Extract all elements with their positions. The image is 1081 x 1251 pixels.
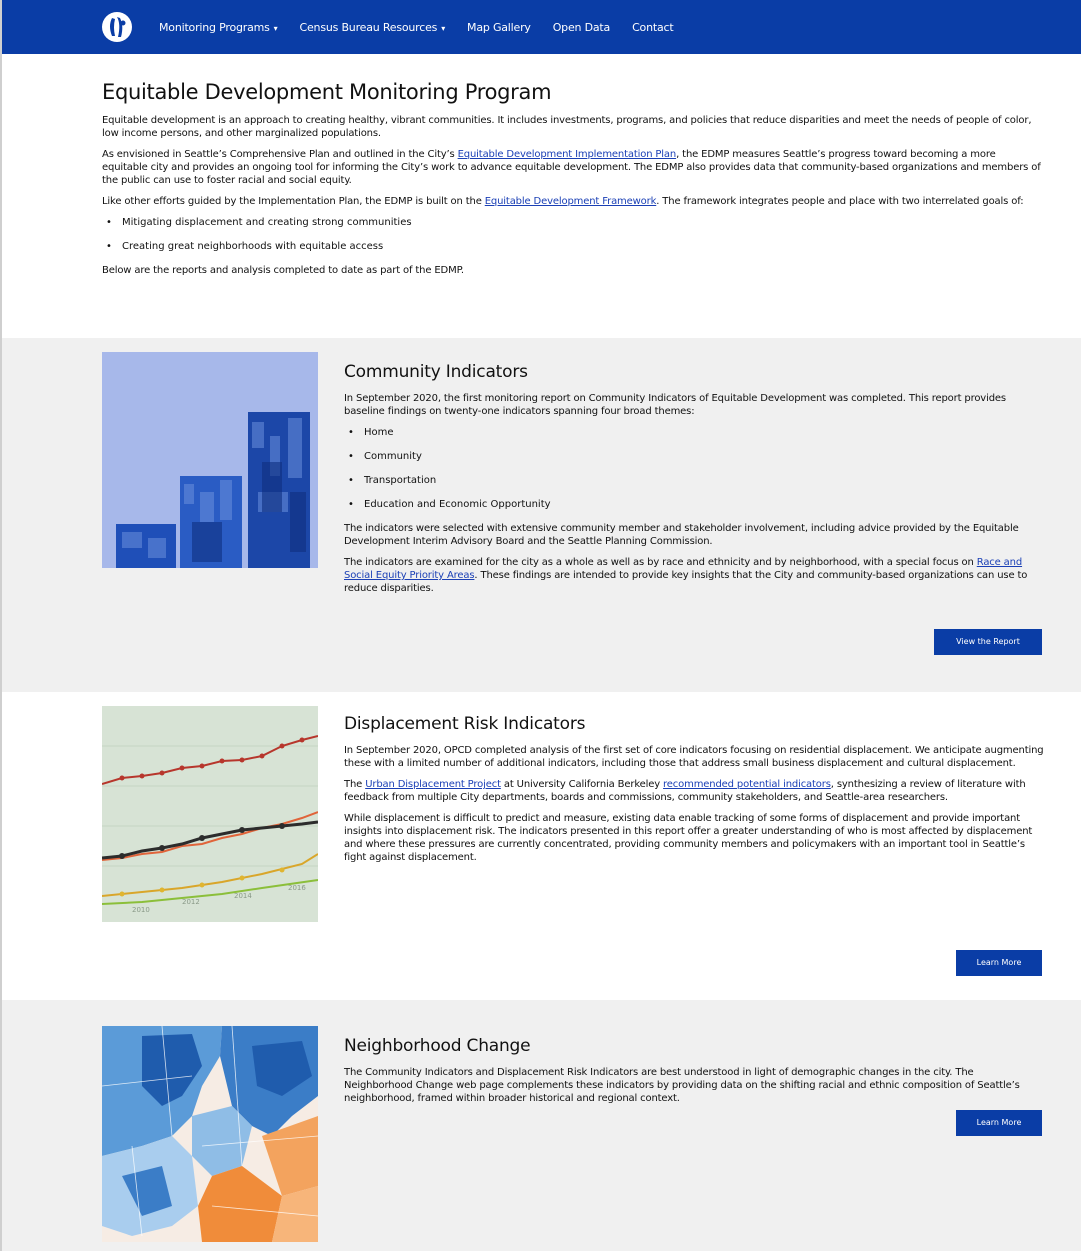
displacement-risk-section: 2010 2012 2014 2016 Displacement Risk In… xyxy=(0,692,1081,999)
urban-displacement-project-link[interactable]: Urban Displacement Project xyxy=(365,779,501,790)
section-title: Displacement Risk Indicators xyxy=(344,714,586,734)
axis-year-2016: 2016 xyxy=(288,884,306,892)
neighborhood-change-section: Neighborhood Change The Community Indica… xyxy=(0,1000,1081,1251)
paragraph: The Community Indicators and Displacemen… xyxy=(344,1067,1020,1104)
list-item: Education and Economic Opportunity xyxy=(348,498,1044,511)
list-item: Home xyxy=(348,426,1044,439)
intro-section: Equitable Development Monitoring Program… xyxy=(102,80,1042,285)
section-title: Neighborhood Change xyxy=(344,1036,531,1056)
intro-paragraph-3: Like other efforts guided by the Impleme… xyxy=(102,195,1042,208)
top-nav: Monitoring Programs ▾ Census Bureau Resou… xyxy=(0,0,1081,54)
displacement-risk-content: Displacement Risk Indicators In Septembe… xyxy=(344,714,1044,872)
nav-open-data[interactable]: Open Data xyxy=(553,21,611,34)
intro-paragraph-2: As envisioned in Seattle’s Comprehensive… xyxy=(102,148,1042,187)
caret-down-icon: ▾ xyxy=(441,23,446,33)
neighborhood-change-content: Neighborhood Change The Community Indica… xyxy=(344,1036,1044,1113)
paragraph: The indicators were selected with extens… xyxy=(344,523,1019,547)
axis-year-2014: 2014 xyxy=(234,892,252,900)
text: The xyxy=(344,779,366,790)
text: at University California Berkeley xyxy=(500,779,664,790)
text: Like other efforts guided by the Impleme… xyxy=(102,196,485,207)
axis-year-2010: 2010 xyxy=(132,906,150,914)
city-seal-logo[interactable] xyxy=(102,12,132,42)
nav-monitoring-programs[interactable]: Monitoring Programs ▾ xyxy=(159,21,278,34)
list-item: Community xyxy=(348,450,1044,463)
paragraph: In September 2020, OPCD completed analys… xyxy=(344,745,1044,769)
page-title: Equitable Development Monitoring Program xyxy=(102,80,552,104)
paragraph: While displacement is difficult to predi… xyxy=(344,813,1033,863)
community-indicators-content: Community Indicators In September 2020, … xyxy=(344,362,1044,603)
learn-more-button[interactable]: Learn More xyxy=(956,1110,1042,1136)
goals-list: Mitigating displacement and creating str… xyxy=(102,216,1042,253)
text: . The framework integrates people and pl… xyxy=(656,196,1024,207)
displacement-chart-image: 2010 2012 2014 2016 xyxy=(102,706,318,922)
caret-down-icon: ▾ xyxy=(273,23,278,33)
nav-contact[interactable]: Contact xyxy=(632,21,674,34)
main-menu: Monitoring Programs ▾ Census Bureau Resou… xyxy=(159,0,695,54)
nav-label: Census Bureau Resources xyxy=(299,20,438,34)
view-report-button[interactable]: View the Report xyxy=(934,629,1042,655)
nav-census-bureau-resources[interactable]: Census Bureau Resources ▾ xyxy=(300,21,446,34)
themes-list: Home Community Transportation Education … xyxy=(344,426,1044,511)
nav-map-gallery[interactable]: Map Gallery xyxy=(467,21,531,34)
paragraph: In September 2020, the first monitoring … xyxy=(344,393,1006,417)
nav-label: Monitoring Programs xyxy=(159,20,270,34)
list-item: Transportation xyxy=(348,474,1044,487)
list-item: Mitigating displacement and creating str… xyxy=(106,216,1042,229)
list-item: Creating great neighborhoods with equita… xyxy=(106,240,1042,253)
implementation-plan-link[interactable]: Equitable Development Implementation Pla… xyxy=(458,149,677,160)
community-indicators-image xyxy=(102,352,318,568)
axis-year-2012: 2012 xyxy=(182,898,200,906)
recommended-indicators-link[interactable]: recommended potential indicators xyxy=(663,779,831,790)
section-title: Community Indicators xyxy=(344,362,528,382)
learn-more-button[interactable]: Learn More xyxy=(956,950,1042,976)
paragraph: The indicators are examined for the city… xyxy=(344,556,1044,595)
text: As envisioned in Seattle’s Comprehensive… xyxy=(102,149,458,160)
development-framework-link[interactable]: Equitable Development Framework xyxy=(485,196,657,207)
neighborhood-map-image xyxy=(102,1026,318,1242)
text: The indicators are examined for the city… xyxy=(344,557,977,568)
intro-paragraph-1: Equitable development is an approach to … xyxy=(102,115,1032,139)
community-indicators-section: Community Indicators In September 2020, … xyxy=(0,338,1081,692)
intro-paragraph-4: Below are the reports and analysis compl… xyxy=(102,265,464,276)
paragraph: The Urban Displacement Project at Univer… xyxy=(344,778,1044,804)
